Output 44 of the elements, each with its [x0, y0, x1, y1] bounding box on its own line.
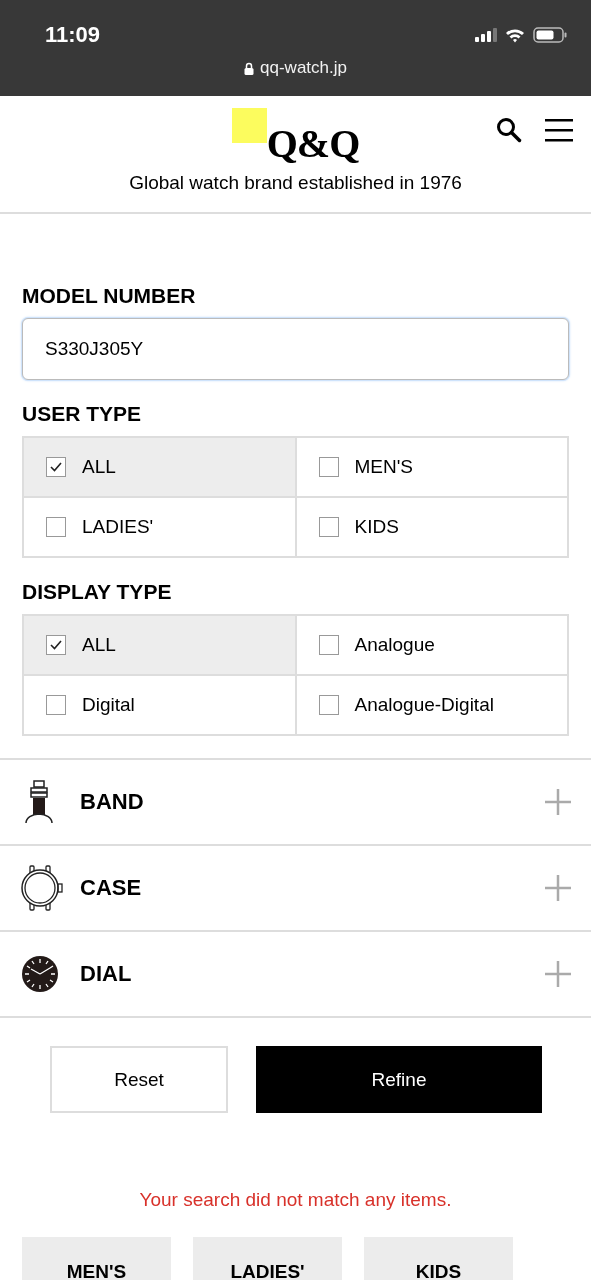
checkbox-option[interactable]: Analogue	[296, 616, 569, 676]
refine-button[interactable]: Refine	[256, 1046, 542, 1113]
checkbox-icon	[318, 695, 339, 715]
checkbox-option[interactable]: Analogue-Digital	[296, 676, 569, 736]
checkbox-option[interactable]: Digital	[24, 676, 297, 736]
logo-square	[231, 108, 267, 143]
model-number-field[interactable]: S330J305Y	[22, 318, 569, 380]
tagline: Global watch brand established in 1976	[128, 172, 463, 194]
reset-button[interactable]: Reset	[50, 1046, 228, 1113]
checkbox-option[interactable]: KIDS	[296, 498, 569, 558]
checkbox-icon	[318, 457, 339, 477]
checkbox-icon	[46, 695, 66, 715]
checked-checkbox-icon	[46, 457, 66, 477]
checkbox-option[interactable]: ALL	[24, 616, 297, 676]
search-icon[interactable]	[495, 116, 523, 144]
field-label: DISPLAY TYPE	[22, 580, 173, 604]
error-message: Your search did not match any items.	[138, 1189, 453, 1211]
checked-checkbox-icon	[46, 635, 66, 655]
watch-case-icon	[20, 865, 64, 911]
category-tab[interactable]: LADIES'	[193, 1237, 342, 1280]
accordion-header[interactable]: BAND	[0, 760, 591, 846]
accordion-label: BAND	[80, 789, 145, 815]
checkbox-icon	[46, 517, 66, 537]
battery-icon	[533, 27, 567, 43]
checkbox-icon	[318, 517, 339, 537]
checkbox-option[interactable]: LADIES'	[24, 498, 297, 558]
checkbox-icon	[318, 635, 339, 655]
logo-text[interactable]: Q&Q	[266, 124, 360, 164]
wifi-icon	[505, 27, 525, 43]
accordion-header[interactable]: DIAL	[0, 932, 591, 1018]
accordion-label: CASE	[80, 875, 143, 901]
category-tab[interactable]: MEN'S	[22, 1237, 171, 1280]
checkbox-option[interactable]: MEN'S	[296, 438, 569, 498]
signal-icon	[475, 28, 497, 42]
url-text[interactable]: qq-watch.jp	[260, 58, 347, 78]
menu-icon[interactable]	[545, 118, 573, 142]
field-label: MODEL NUMBER	[22, 284, 197, 308]
lock-icon	[244, 61, 255, 75]
accordion-label: DIAL	[80, 961, 133, 987]
checkbox-option[interactable]: ALL	[24, 438, 297, 498]
clock-time: 11:09	[45, 22, 101, 48]
accordion-header[interactable]: CASE	[0, 846, 591, 932]
field-label: USER TYPE	[22, 402, 143, 426]
category-tab[interactable]: KIDS	[364, 1237, 513, 1280]
